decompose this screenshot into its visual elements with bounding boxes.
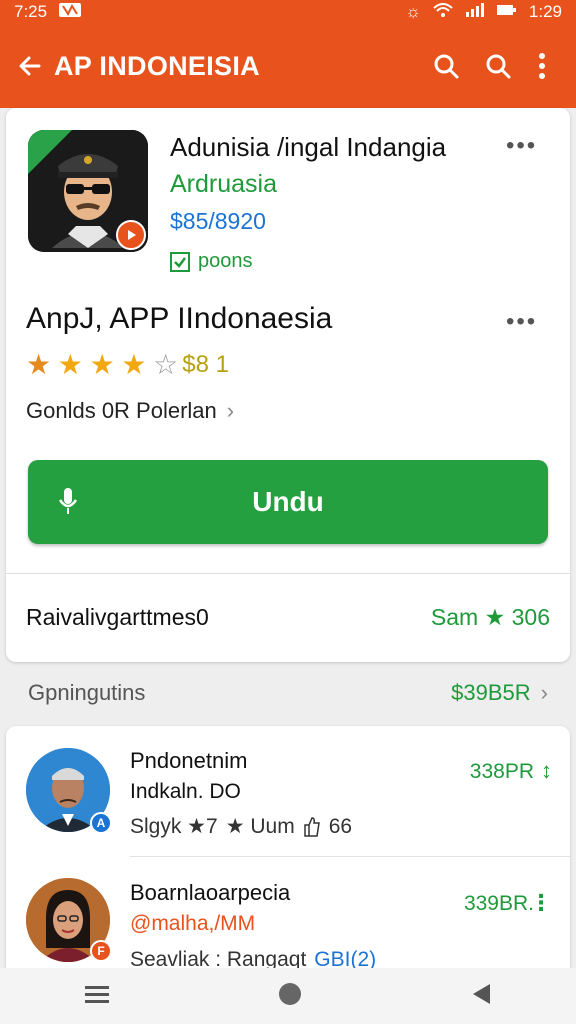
stats-left: Raivalivgarttmes0 bbox=[26, 604, 209, 630]
headline-more-button[interactable]: ••• bbox=[506, 308, 537, 336]
list-item-subtitle: Indkaln. DO bbox=[130, 780, 241, 803]
star-icon: ★ bbox=[121, 349, 147, 380]
info-label: Gonlds 0R Polerlan bbox=[26, 398, 217, 423]
list-item-meta: Slgyk ★7 ★ Uum 66 bbox=[130, 814, 352, 839]
star-icon: ★ bbox=[89, 349, 115, 380]
list-item-more-button[interactable]: ↕ bbox=[541, 758, 552, 784]
developer-link[interactable]: Ardruasia bbox=[170, 170, 277, 199]
thumb-icon bbox=[303, 816, 320, 837]
app-more-button[interactable]: ••• bbox=[506, 132, 537, 160]
list-item-title: Pndonetnim bbox=[130, 748, 248, 773]
app-name: Adunisia /ingal Indangia bbox=[170, 132, 447, 162]
play-icon bbox=[116, 220, 146, 250]
back-triangle-icon bbox=[473, 983, 491, 1004]
mic-icon bbox=[58, 488, 78, 514]
star-icon: ★ bbox=[57, 349, 83, 380]
arrow-left-icon bbox=[19, 56, 41, 76]
list-item[interactable]: A Pndonetnim Indkaln. DO Slgyk ★7 ★ Uum … bbox=[6, 726, 570, 857]
home-nav-button[interactable] bbox=[277, 981, 303, 1012]
info-row[interactable]: Gonlds 0R Polerlan › bbox=[26, 398, 234, 424]
badge-icon: F bbox=[90, 940, 112, 962]
search-icon bbox=[486, 54, 511, 79]
verified-badge-icon: A bbox=[90, 812, 112, 834]
stats-right: Sam ★ 306 bbox=[430, 604, 550, 630]
system-nav-bar bbox=[0, 968, 576, 1024]
notification-icon bbox=[59, 2, 82, 22]
install-button[interactable]: Undu bbox=[28, 460, 548, 544]
more-vert-icon bbox=[539, 53, 545, 79]
app-price: $85/8920 bbox=[170, 208, 266, 234]
signal-icon bbox=[465, 2, 485, 22]
app-tag-label: poons bbox=[198, 250, 253, 272]
list-item[interactable]: F Boarnlaoarpecia @malha,/MM Seavliak : … bbox=[6, 858, 570, 986]
wifi-icon bbox=[433, 2, 453, 22]
install-button-label: Undu bbox=[252, 486, 324, 517]
search-icon bbox=[434, 54, 459, 79]
list-item-meta-3: 66 bbox=[328, 814, 353, 838]
app-headline: AnpJ, APP IIndonaesia bbox=[26, 302, 333, 335]
list-item-meta-1: Slgyk ★7 bbox=[130, 815, 218, 838]
home-circle-icon bbox=[278, 982, 301, 1005]
related-list-card: A Pndonetnim Indkaln. DO Slgyk ★7 ★ Uum … bbox=[6, 726, 570, 986]
back-button[interactable] bbox=[16, 40, 44, 92]
search-button[interactable] bbox=[420, 40, 472, 92]
search-button-2[interactable] bbox=[472, 40, 524, 92]
status-time-right: 1:29 bbox=[528, 2, 562, 21]
app-icon[interactable] bbox=[28, 130, 148, 252]
bug-icon: ☼ bbox=[405, 2, 421, 21]
list-item-title: Boarnlaoarpecia bbox=[130, 880, 291, 905]
status-time-left: 7:25 bbox=[14, 2, 48, 21]
back-nav-button[interactable] bbox=[470, 982, 492, 1011]
rating-row: ★ ★ ★ ★ ☆ $8 1 bbox=[26, 348, 229, 381]
star-empty-icon: ☆ bbox=[153, 349, 179, 380]
section-title: Gpningutins bbox=[28, 680, 146, 705]
chevron-right-icon: › bbox=[540, 680, 548, 705]
list-item-price: 339BR. bbox=[463, 892, 534, 915]
checkbox-icon bbox=[170, 251, 190, 272]
list-item-more-button[interactable]: ⋮ bbox=[530, 890, 552, 916]
chevron-right-icon: › bbox=[226, 398, 235, 423]
battery-icon bbox=[496, 2, 517, 22]
badge-corner bbox=[28, 130, 72, 174]
section-header[interactable]: Gpningutins $39B5R › bbox=[28, 680, 548, 706]
section-action[interactable]: $39B5R › bbox=[451, 680, 548, 706]
overflow-menu-button[interactable] bbox=[524, 40, 560, 92]
menu-nav-button[interactable] bbox=[84, 984, 110, 1009]
list-item-subtitle: @malha,/MM bbox=[130, 912, 256, 935]
divider bbox=[6, 573, 570, 574]
list-item-price: 338PR bbox=[469, 760, 534, 783]
hamburger-icon bbox=[84, 985, 109, 1003]
divider bbox=[130, 856, 570, 857]
page-title: AP INDONEISIA bbox=[54, 50, 260, 81]
status-bar: 7:25 ☼ 1:29 bbox=[0, 0, 576, 24]
star-rating: ★ ★ ★ ★ ☆ bbox=[26, 348, 178, 381]
rating-value: $8 1 bbox=[182, 350, 229, 378]
app-bar: AP INDONEISIA bbox=[0, 24, 576, 108]
star-icon: ★ bbox=[26, 349, 52, 380]
section-right-text: $39B5R bbox=[451, 680, 531, 705]
list-item-meta-2: ★ Uum bbox=[225, 815, 295, 838]
app-detail-card: Adunisia /ingal Indangia ••• Ardruasia $… bbox=[6, 108, 570, 662]
stats-row: Raivalivgarttmes0 Sam ★ 306 bbox=[26, 604, 550, 631]
app-tag: poons bbox=[170, 250, 253, 273]
